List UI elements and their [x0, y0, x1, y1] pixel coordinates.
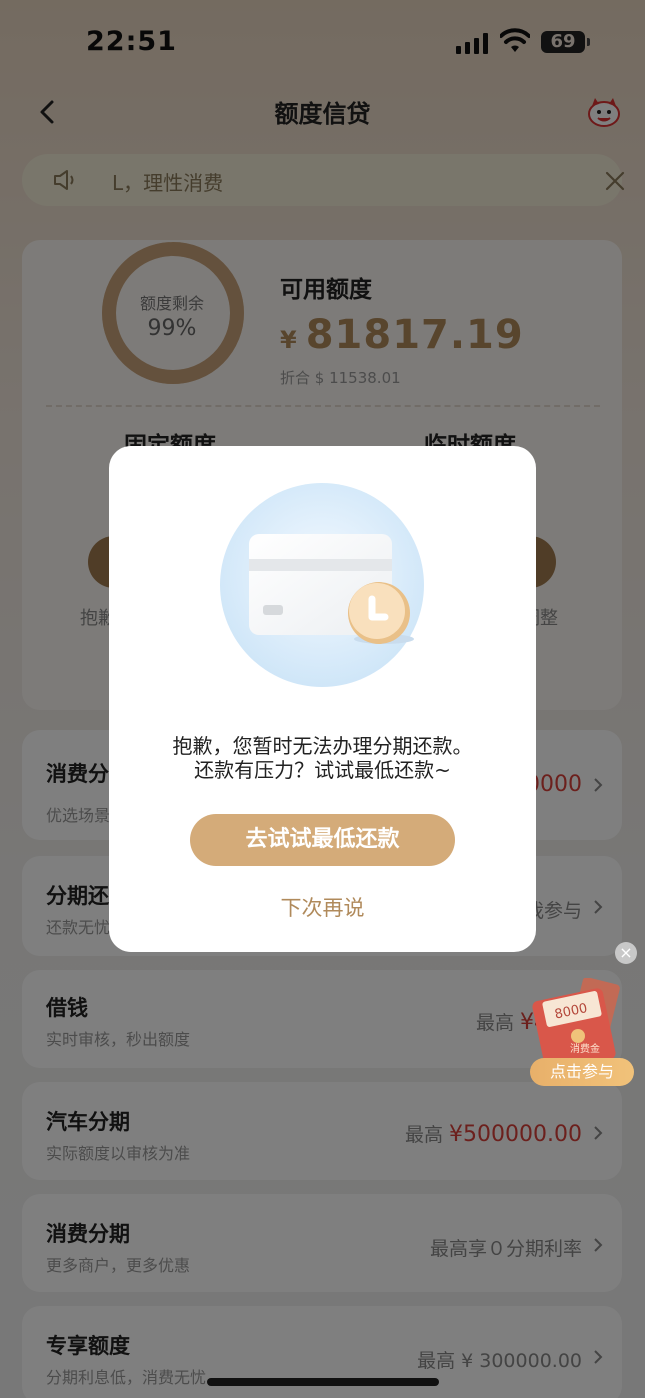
- repayment-dialog: 抱歉，您暂时无法办理分期还款。 还款有压力？试试最低还款~ 去试试最低还款 下次…: [109, 446, 536, 952]
- try-min-repayment-button[interactable]: 去试试最低还款: [190, 814, 455, 866]
- dialog-message-line2: 还款有压力？试试最低还款~: [194, 758, 451, 782]
- promo-close-button[interactable]: ×: [615, 942, 637, 964]
- promo-join-button[interactable]: 点击参与: [530, 1058, 634, 1086]
- later-link[interactable]: 下次再说: [109, 892, 536, 922]
- home-indicator: [207, 1378, 439, 1386]
- card-coin-illustration-icon: [220, 483, 424, 687]
- promo-tag: 消费金: [570, 1042, 600, 1055]
